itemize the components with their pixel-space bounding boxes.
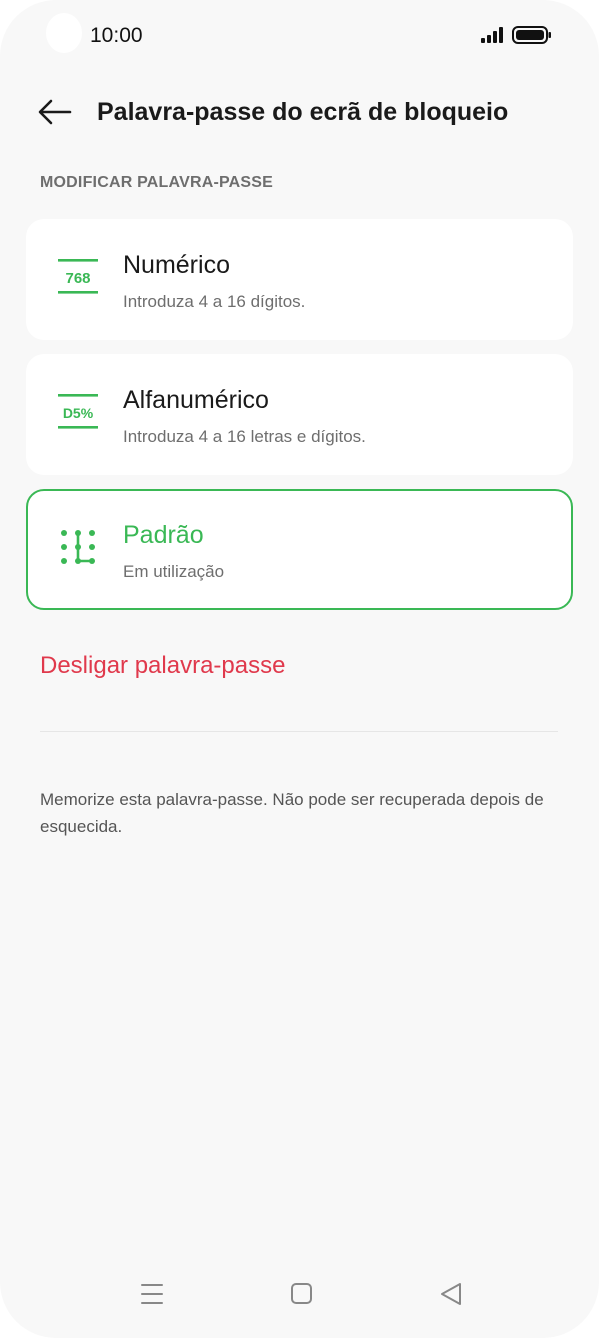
option-alphanumeric[interactable]: D5% Alfanumérico Introduza 4 a 16 letras… xyxy=(26,354,573,475)
option-alphanumeric-subtitle: Introduza 4 a 16 letras e dígitos. xyxy=(123,427,366,446)
recent-apps-button[interactable] xyxy=(134,1276,170,1312)
option-numeric[interactable]: 768 Numérico Introduza 4 a 16 dígitos. xyxy=(26,219,573,340)
status-bar: 10:00 xyxy=(0,0,599,70)
option-numeric-subtitle: Introduza 4 a 16 dígitos. xyxy=(123,292,306,311)
disable-password-button[interactable]: Desligar palavra-passe xyxy=(40,652,285,680)
password-note: Memorize esta palavra-passe. Não pode se… xyxy=(40,790,544,836)
pattern-grid-icon xyxy=(61,530,95,564)
option-alphanumeric-title: Alfanumérico xyxy=(123,386,269,414)
back-button[interactable] xyxy=(34,94,74,130)
home-icon xyxy=(291,1283,312,1304)
home-button[interactable] xyxy=(283,1276,319,1312)
app-header: Palavra-passe do ecrã de bloqueio xyxy=(0,88,599,136)
status-time: 10:00 xyxy=(90,24,143,47)
alphanumeric-keypad-icon: D5% xyxy=(58,394,98,429)
option-pattern-subtitle: Em utilização xyxy=(123,562,225,581)
section-label: MODIFICAR PALAVRA-PASSE xyxy=(40,174,274,191)
arrow-left-icon xyxy=(38,99,72,125)
alphanumeric-icon-text: D5% xyxy=(63,405,94,421)
option-pattern[interactable]: Padrão Em utilização xyxy=(26,489,573,610)
divider xyxy=(40,731,558,732)
menu-icon xyxy=(141,1284,163,1304)
numeric-icon-text: 768 xyxy=(65,270,90,287)
numeric-keypad-icon: 768 xyxy=(58,259,98,294)
battery-icon xyxy=(512,26,551,44)
option-pattern-title: Padrão xyxy=(123,521,204,549)
navigation-bar xyxy=(0,1258,599,1338)
phone-screen: 10:00 Palavra-passe do ecrã de bloqueio … xyxy=(0,0,599,1338)
back-triangle-icon xyxy=(441,1283,461,1305)
signal-icon xyxy=(481,27,503,43)
option-numeric-title: Numérico xyxy=(123,251,230,279)
page-title: Palavra-passe do ecrã de bloqueio xyxy=(97,98,509,126)
nav-back-button[interactable] xyxy=(433,1276,469,1312)
front-camera xyxy=(46,13,82,53)
